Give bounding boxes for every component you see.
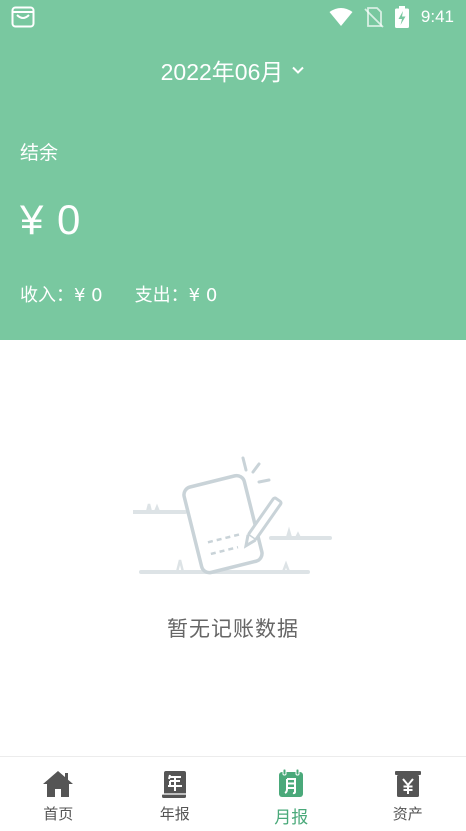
empty-state: 暂无记账数据 xyxy=(0,340,466,756)
income-summary: 收入：¥ 0 xyxy=(20,285,103,306)
status-icons: 9:41 xyxy=(329,5,454,29)
empty-state-message: 暂无记账数据 xyxy=(167,617,299,641)
app-root: 9:41 2022年06月 结余 ¥ 0 收入：¥ 0 支出：¥ 0 暂无记账数… xyxy=(0,0,466,831)
empty-notebook-illustration xyxy=(133,456,332,575)
income-expense-summary: 收入：¥ 0 支出：¥ 0 xyxy=(20,281,217,307)
month-picker[interactable]: 2022年06月 xyxy=(0,52,466,88)
bottom-tab-bar: 首页 年报 月报 资产 xyxy=(0,756,466,831)
month-label: 2022年06月 xyxy=(160,59,284,85)
battery-charging-icon xyxy=(394,6,409,28)
tab-assets[interactable]: 资产 xyxy=(350,757,466,831)
tab-month-report-label: 月报 xyxy=(274,808,309,828)
no-sim-icon xyxy=(364,7,384,28)
app-notification-icon xyxy=(11,6,35,28)
assets-icon xyxy=(394,771,421,797)
balance-label: 结余 xyxy=(20,142,59,164)
status-time: 9:41 xyxy=(420,7,454,26)
tab-assets-label: 资产 xyxy=(392,805,423,823)
month-report-icon xyxy=(279,768,304,797)
tab-home-label: 首页 xyxy=(43,805,74,823)
expense-summary: 支出：¥ 0 xyxy=(134,285,218,306)
tab-home[interactable]: 首页 xyxy=(0,757,117,831)
wifi-icon xyxy=(329,8,353,26)
status-bar: 9:41 xyxy=(0,0,466,34)
balance-amount: ¥ 0 xyxy=(20,196,82,243)
chevron-down-icon xyxy=(292,66,305,74)
home-icon xyxy=(43,771,74,797)
tab-month-report[interactable]: 月报 xyxy=(233,757,350,831)
tab-year-report-label: 年报 xyxy=(159,805,190,823)
summary-header: 9:41 2022年06月 结余 ¥ 0 收入：¥ 0 支出：¥ 0 xyxy=(0,0,466,340)
year-report-icon xyxy=(161,771,186,798)
tab-year-report[interactable]: 年报 xyxy=(117,757,234,831)
